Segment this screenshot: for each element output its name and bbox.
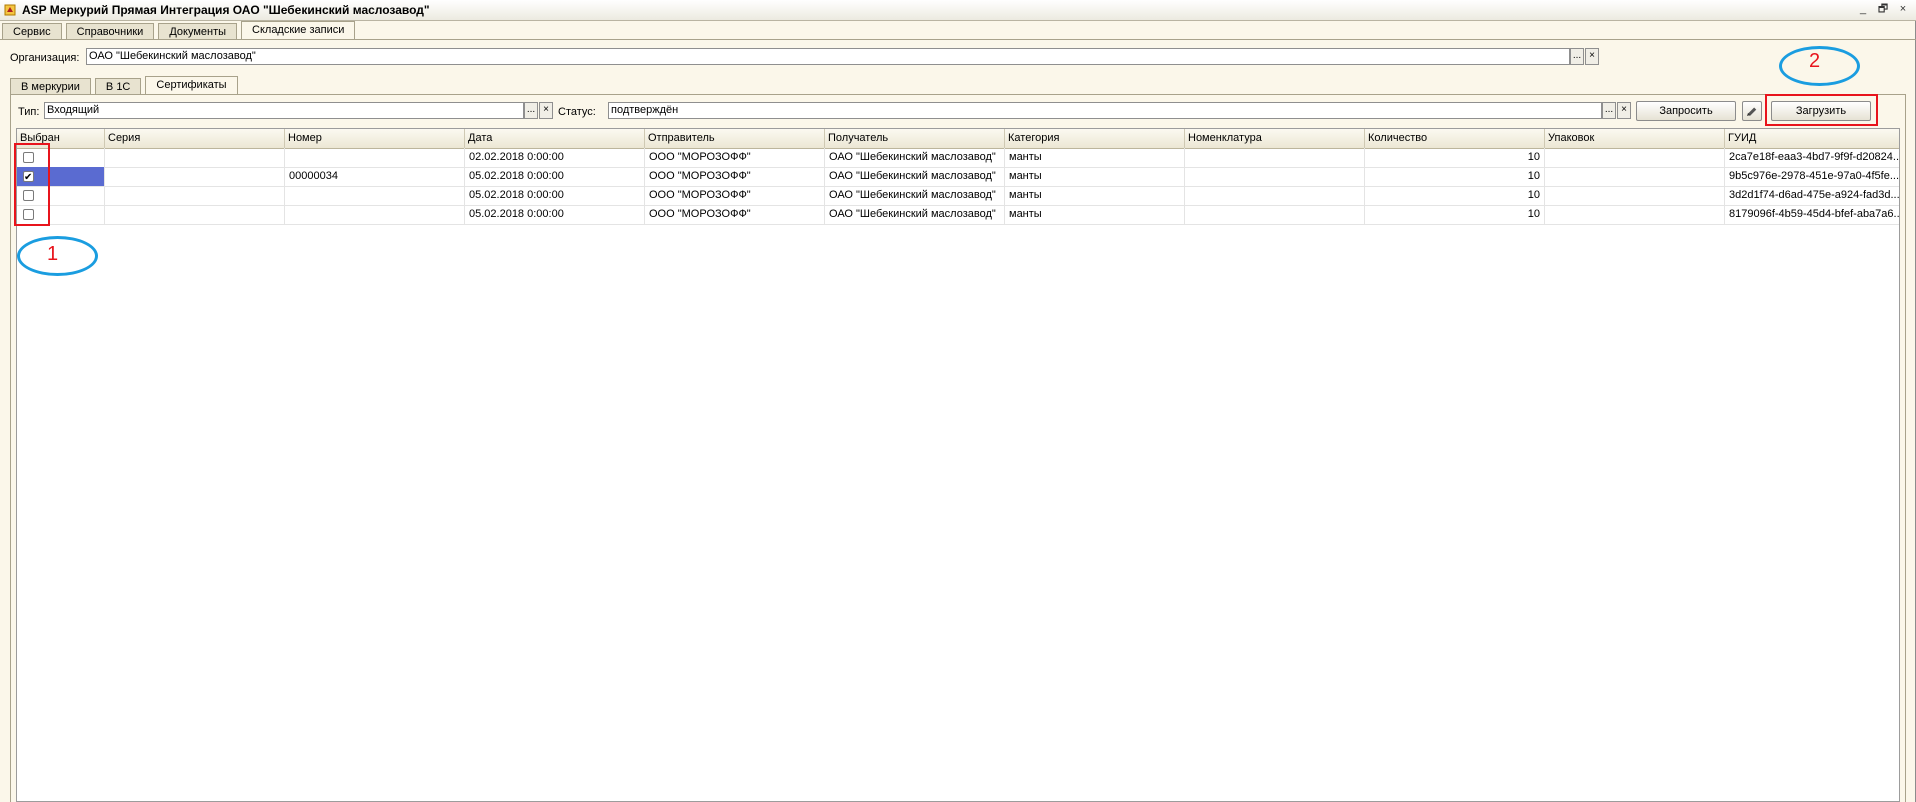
organization-select-button[interactable]: ... xyxy=(1570,48,1584,65)
table-row[interactable]: 05.02.2018 0:00:00 ООО "МОРОЗОФФ" ОАО "Ш… xyxy=(17,205,1899,225)
tab-service[interactable]: Сервис xyxy=(2,23,62,40)
type-label: Тип: xyxy=(18,106,40,118)
window-title: ASP Меркурий Прямая Интеграция ОАО "Шебе… xyxy=(22,3,430,17)
date-cell[interactable]: 05.02.2018 0:00:00 xyxy=(465,186,645,205)
guid-cell[interactable]: 8179096f-4b59-45d4-bfef-aba7a6... xyxy=(1725,205,1899,224)
tabs-divider xyxy=(0,39,1916,40)
series-cell[interactable] xyxy=(105,205,285,224)
tab-references[interactable]: Справочники xyxy=(65,23,155,40)
main-tabs: Сервис Справочники Документы Складские з… xyxy=(2,21,359,40)
annotation-box-checkboxes xyxy=(14,143,50,226)
number-cell[interactable]: 00000034 xyxy=(285,167,465,186)
number-cell[interactable] xyxy=(285,148,465,167)
minimize-icon[interactable]: _ xyxy=(1856,2,1870,16)
request-button[interactable]: Запросить xyxy=(1636,101,1736,121)
date-cell[interactable]: 05.02.2018 0:00:00 xyxy=(465,167,645,186)
app-icon xyxy=(4,4,16,16)
category-cell[interactable]: манты xyxy=(1005,205,1185,224)
guid-cell[interactable]: 9b5c976e-2978-451e-97a0-4f5fe... xyxy=(1725,167,1899,186)
date-cell[interactable]: 05.02.2018 0:00:00 xyxy=(465,205,645,224)
type-field[interactable]: Входящий xyxy=(44,102,524,119)
column-header-series[interactable]: Серия xyxy=(105,129,285,148)
table-row[interactable]: 00000034 05.02.2018 0:00:00 ООО "МОРОЗОФ… xyxy=(17,167,1899,187)
guid-cell[interactable]: 3d2d1f74-d6ad-475e-a924-fad3d... xyxy=(1725,186,1899,205)
edit-settings-button[interactable] xyxy=(1742,101,1762,121)
column-header-number[interactable]: Номер xyxy=(285,129,465,148)
nomenclature-cell[interactable] xyxy=(1185,186,1365,205)
nomenclature-cell[interactable] xyxy=(1185,205,1365,224)
packages-cell[interactable] xyxy=(1545,167,1725,186)
series-cell[interactable] xyxy=(105,186,285,205)
packages-cell[interactable] xyxy=(1545,205,1725,224)
pencil-icon xyxy=(1747,107,1757,116)
date-cell[interactable]: 02.02.2018 0:00:00 xyxy=(465,148,645,167)
sender-cell[interactable]: ООО "МОРОЗОФФ" xyxy=(645,148,825,167)
column-header-nomenclature[interactable]: Номенклатура xyxy=(1185,129,1365,148)
series-cell[interactable] xyxy=(105,148,285,167)
status-clear-button[interactable]: × xyxy=(1617,102,1631,119)
nomenclature-cell[interactable] xyxy=(1185,148,1365,167)
recipient-cell[interactable]: ОАО "Шебекинский маслозавод" xyxy=(825,205,1005,224)
recipient-cell[interactable]: ОАО "Шебекинский маслозавод" xyxy=(825,167,1005,186)
series-cell[interactable] xyxy=(105,167,285,186)
category-cell[interactable]: манты xyxy=(1005,186,1185,205)
column-header-date[interactable]: Дата xyxy=(465,129,645,148)
tab-documents[interactable]: Документы xyxy=(158,23,238,40)
status-select-button[interactable]: ... xyxy=(1602,102,1616,119)
close-icon[interactable]: × xyxy=(1896,2,1910,16)
organization-clear-button[interactable]: × xyxy=(1585,48,1599,65)
annotation-number-2: 2 xyxy=(1809,50,1821,72)
packages-cell[interactable] xyxy=(1545,186,1725,205)
column-header-quantity[interactable]: Количество xyxy=(1365,129,1545,148)
column-header-category[interactable]: Категория xyxy=(1005,129,1185,148)
packages-cell[interactable] xyxy=(1545,148,1725,167)
quantity-cell[interactable]: 10 xyxy=(1365,186,1545,205)
recipient-cell[interactable]: ОАО "Шебекинский маслозавод" xyxy=(825,186,1005,205)
column-header-packages[interactable]: Упаковок xyxy=(1545,129,1725,148)
type-select-button[interactable]: ... xyxy=(524,102,538,119)
quantity-cell[interactable]: 10 xyxy=(1365,205,1545,224)
sender-cell[interactable]: ООО "МОРОЗОФФ" xyxy=(645,167,825,186)
type-clear-button[interactable]: × xyxy=(539,102,553,119)
tab-warehouse-records[interactable]: Складские записи xyxy=(241,21,356,40)
quantity-cell[interactable]: 10 xyxy=(1365,167,1545,186)
table-row[interactable]: 05.02.2018 0:00:00 ООО "МОРОЗОФФ" ОАО "Ш… xyxy=(17,186,1899,206)
category-cell[interactable]: манты xyxy=(1005,167,1185,186)
column-header-sender[interactable]: Отправитель xyxy=(645,129,825,148)
column-header-recipient[interactable]: Получатель xyxy=(825,129,1005,148)
number-cell[interactable] xyxy=(285,205,465,224)
title-bar: ASP Меркурий Прямая Интеграция ОАО "Шебе… xyxy=(0,0,1916,21)
organization-label: Организация: xyxy=(10,52,80,64)
sender-cell[interactable]: ООО "МОРОЗОФФ" xyxy=(645,205,825,224)
sender-cell[interactable]: ООО "МОРОЗОФФ" xyxy=(645,186,825,205)
table-row[interactable]: 02.02.2018 0:00:00 ООО "МОРОЗОФФ" ОАО "Ш… xyxy=(17,148,1899,168)
tab-certificates[interactable]: Сертификаты xyxy=(145,76,238,95)
tab-in-mercury[interactable]: В меркурии xyxy=(10,78,91,95)
app-window: ASP Меркурий Прямая Интеграция ОАО "Шебе… xyxy=(0,0,1916,802)
nomenclature-cell[interactable] xyxy=(1185,167,1365,186)
quantity-cell[interactable]: 10 xyxy=(1365,148,1545,167)
certificates-table: Выбран Серия Номер Дата Отправитель Полу… xyxy=(16,128,1900,802)
organization-field[interactable]: ОАО "Шебекинский маслозавод" xyxy=(86,48,1570,65)
window-controls: _ 🗗 × xyxy=(1856,2,1910,16)
annotation-box-load-button xyxy=(1765,94,1878,126)
number-cell[interactable] xyxy=(285,186,465,205)
column-header-guid[interactable]: ГУИД xyxy=(1725,129,1899,148)
status-field[interactable]: подтверждён xyxy=(608,102,1602,119)
category-cell[interactable]: манты xyxy=(1005,148,1185,167)
table-header: Выбран Серия Номер Дата Отправитель Полу… xyxy=(17,129,1899,149)
tab-in-1c[interactable]: В 1С xyxy=(94,78,142,95)
annotation-number-1: 1 xyxy=(47,243,59,265)
sub-tabs: В меркурии В 1С Сертификаты xyxy=(10,76,242,95)
recipient-cell[interactable]: ОАО "Шебекинский маслозавод" xyxy=(825,148,1005,167)
status-label: Статус: xyxy=(558,106,596,118)
guid-cell[interactable]: 2ca7e18f-eaa3-4bd7-9f9f-d20824... xyxy=(1725,148,1899,167)
restore-icon[interactable]: 🗗 xyxy=(1876,2,1890,16)
